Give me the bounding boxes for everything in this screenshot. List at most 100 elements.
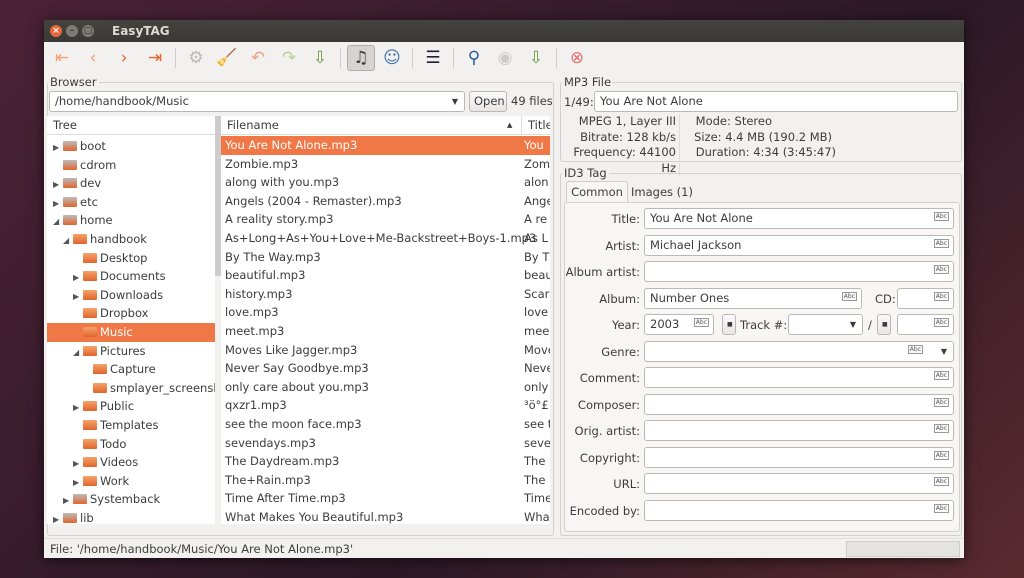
previous-file-button[interactable]: ‹ (79, 45, 107, 71)
tree-item[interactable]: Dropbox (47, 304, 215, 323)
expander-icon[interactable]: ◢ (53, 213, 63, 230)
apply-to-all-icon[interactable]: Abc (933, 212, 949, 221)
copyright-input[interactable]: Abc (644, 446, 954, 468)
chevron-down-icon[interactable]: ▼ (850, 315, 856, 334)
tree-item[interactable]: ▶ Documents (47, 267, 215, 286)
title-input[interactable]: You Are Not Alone Abc (644, 208, 954, 229)
apply-to-all-icon[interactable]: Abc (933, 424, 949, 433)
file-row[interactable]: You Are Not Alone.mp3 You (221, 136, 550, 155)
playlist-icon[interactable]: ⇩ (522, 45, 550, 71)
tree-item[interactable]: ◢ home (47, 211, 215, 230)
clean-icon[interactable]: 🧹 (213, 45, 241, 71)
year-input[interactable]: 2003 Abc (644, 314, 714, 335)
tree-item[interactable]: Todo (47, 435, 215, 454)
file-row[interactable]: love.mp3 love (221, 303, 550, 322)
apply-to-all-icon[interactable]: Abc (933, 318, 949, 327)
tree-item[interactable]: Desktop (47, 249, 215, 268)
tab-images[interactable]: Images (1) (630, 183, 694, 201)
redo-icon[interactable]: ↷ (275, 45, 303, 71)
track-total-button[interactable]: ■ (877, 314, 891, 335)
expander-icon[interactable]: ▶ (63, 492, 73, 509)
expander-icon[interactable]: ▶ (73, 288, 83, 305)
file-row[interactable]: The+Rain.mp3 The F (221, 471, 550, 490)
expander-icon[interactable]: ▶ (53, 139, 63, 156)
tree-item[interactable]: ▶ Downloads (47, 286, 215, 305)
apply-to-all-icon[interactable]: Abc (933, 238, 949, 248)
encoded-by-input[interactable]: Abc (644, 499, 954, 521)
apply-to-all-icon[interactable]: Abc (933, 503, 949, 513)
file-row[interactable]: only care about you.mp3 only (221, 378, 550, 397)
file-row[interactable]: Moves Like Jagger.mp3 Move (221, 341, 550, 360)
artist-input[interactable]: Michael Jackson Abc (644, 234, 954, 256)
tree-item[interactable]: ▶ Work (47, 472, 215, 491)
next-file-button[interactable]: › (110, 45, 138, 71)
file-row[interactable]: Time After Time.mp3 Time (221, 489, 550, 508)
url-input[interactable]: Abc (644, 473, 954, 494)
file-row[interactable]: Zombie.mp3 Zom (221, 155, 550, 174)
expander-icon[interactable]: ▶ (53, 511, 63, 524)
tree-item[interactable]: cdrom (47, 156, 215, 175)
file-name-input[interactable]: You Are Not Alone (594, 91, 958, 112)
apply-to-all-icon[interactable]: Abc (933, 265, 949, 274)
file-row[interactable]: The Daydream.mp3 The D (221, 452, 550, 471)
file-row[interactable]: beautiful.mp3 beau (221, 266, 550, 285)
orig-artist-input[interactable]: Abc (644, 420, 954, 441)
file-row[interactable]: qxzr1.mp3 ³ö°£! (221, 396, 550, 415)
search-icon[interactable]: ⚲ (460, 45, 488, 71)
tree-item[interactable]: ▶ boot (47, 137, 215, 156)
tree-item[interactable]: ▶ lib (47, 509, 215, 524)
comment-input[interactable]: Abc (644, 367, 954, 388)
apply-to-all-icon[interactable]: Abc (907, 344, 923, 354)
expander-icon[interactable]: ▶ (73, 399, 83, 416)
apply-to-all-icon[interactable]: Abc (933, 371, 949, 380)
tree-item[interactable]: Templates (47, 416, 215, 435)
expander-icon[interactable]: ▶ (73, 474, 83, 491)
expander-icon[interactable]: ▶ (53, 176, 63, 193)
save-icon[interactable]: ⇩ (306, 45, 334, 71)
apply-to-all-icon[interactable]: Abc (933, 450, 949, 460)
tree-item[interactable]: ▶ Public (47, 397, 215, 416)
track-number-button[interactable]: ■ (722, 314, 736, 335)
apply-to-all-icon[interactable]: Abc (841, 291, 857, 301)
cd-input[interactable]: Abc (897, 287, 954, 309)
maximize-window-button[interactable]: □ (82, 25, 94, 37)
tree-item[interactable]: ◢ handbook (47, 230, 215, 249)
close-window-button[interactable]: × (50, 25, 62, 37)
tree-item[interactable]: ▶ dev (47, 174, 215, 193)
artist-album-icon[interactable]: ☺ (378, 45, 406, 71)
expander-icon[interactable]: ◢ (73, 344, 83, 361)
file-row[interactable]: What Makes You Beautiful.mp3 Wha (221, 508, 550, 524)
tree-item[interactable]: Music (47, 322, 215, 342)
stop-icon[interactable]: ⊗ (563, 45, 591, 71)
chevron-down-icon[interactable]: ▼ (941, 342, 947, 361)
expander-icon[interactable]: ◢ (63, 232, 73, 249)
file-row[interactable]: meet.mp3 mee (221, 322, 550, 341)
open-button[interactable]: Open (469, 91, 507, 112)
undo-icon[interactable]: ↶ (244, 45, 272, 71)
tree-item[interactable]: ▶ Videos (47, 453, 215, 472)
last-file-button[interactable]: ⇥ (141, 45, 169, 71)
album-artist-input[interactable]: Abc (644, 261, 954, 282)
file-row[interactable]: along with you.mp3 alon (221, 173, 550, 192)
genre-input[interactable]: Abc ▼ (644, 340, 954, 362)
list-icon[interactable]: ☰ (419, 45, 447, 71)
apply-to-all-icon[interactable]: Abc (933, 291, 949, 301)
directory-tree[interactable]: Tree ▶ boot cdrom ▶ dev ▶ etc ◢ home ◢ handbook Des… (47, 116, 215, 524)
minimize-window-button[interactable]: – (66, 25, 78, 37)
file-row[interactable]: By The Way.mp3 By T (221, 248, 550, 267)
album-input[interactable]: Number Ones Abc (644, 287, 862, 309)
file-row[interactable]: Angels (2004 - Remaster).mp3 Ange (221, 192, 550, 211)
apply-to-all-icon[interactable]: Abc (933, 397, 949, 407)
settings-icon[interactable]: ⚙ (182, 45, 210, 71)
tree-header[interactable]: Tree (47, 116, 215, 135)
music-view-icon[interactable]: ♫ (347, 45, 375, 71)
path-input[interactable]: /home/handbook/Music ▼ (49, 91, 465, 112)
expander-icon[interactable]: ▶ (53, 195, 63, 212)
title-column-header[interactable]: Title (521, 116, 550, 135)
track-total-input[interactable]: Abc (897, 314, 954, 335)
file-row[interactable]: As+Long+As+You+Love+Me-Backstreet+Boys-1… (221, 229, 550, 248)
tree-item[interactable]: smplayer_screenshots (47, 379, 215, 398)
file-list[interactable]: Filename ▲ Title You Are Not Alone.mp3 Yo… (221, 116, 550, 524)
expander-icon[interactable]: ▶ (73, 269, 83, 286)
filename-column-header[interactable]: Filename (227, 118, 279, 132)
